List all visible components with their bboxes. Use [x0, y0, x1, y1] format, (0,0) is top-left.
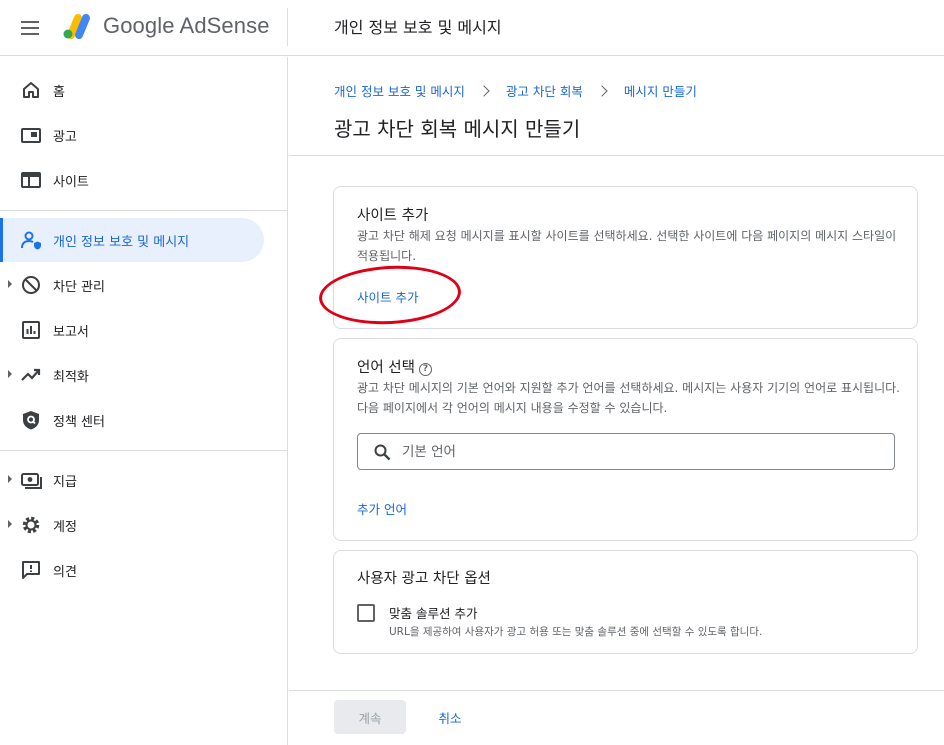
- default-language-search[interactable]: [357, 433, 895, 470]
- card-description: 광고 차단 메시지의 기본 언어와 지원할 추가 언어를 선택하세요. 메시지는…: [357, 381, 900, 415]
- feedback-icon: [22, 561, 40, 579]
- sidebar-item-privacy-messaging[interactable]: 개인 정보 보호 및 메시지: [0, 218, 264, 262]
- help-icon[interactable]: ?: [418, 363, 432, 376]
- expand-arrow-icon[interactable]: [8, 520, 12, 528]
- sidebar-item-sites[interactable]: 사이트: [0, 158, 264, 202]
- sidebar-item-label: 계정: [53, 520, 77, 535]
- sidebar-item-payments[interactable]: 지급: [0, 458, 264, 502]
- sidebar: 홈 광고 사이트 개인 정보 보호 및 메시지 차단 관리 보고서 최적화 정책…: [0, 57, 288, 745]
- card-title-text: 언어 선택: [357, 360, 415, 376]
- sidebar-item-label: 사이트: [53, 175, 89, 190]
- page-title: 광고 차단 회복 메시지 만들기: [334, 117, 581, 141]
- sidebar-item-blocking-controls[interactable]: 차단 관리: [0, 263, 264, 307]
- sidebar-item-account[interactable]: 계정: [0, 503, 264, 547]
- header-page-title: 개인 정보 보호 및 메시지: [334, 18, 502, 37]
- sidebar-item-label: 광고: [53, 130, 77, 145]
- sidebar-item-label: 지급: [53, 475, 77, 490]
- sidebar-item-label: 정책 센터: [53, 415, 105, 430]
- checkbox-label: 맞춤 솔루션 추가: [389, 606, 478, 621]
- card-title: 사용자 광고 차단 옵션: [357, 571, 491, 587]
- privacy-icon: [21, 231, 41, 250]
- breadcrumb-link-ad-blocking-recovery[interactable]: 광고 차단 회복: [506, 84, 583, 99]
- breadcrumb: 개인 정보 보호 및 메시지 광고 차단 회복 메시지 만들기: [334, 81, 697, 100]
- sidebar-divider: [0, 210, 288, 211]
- sidebar-item-label: 개인 정보 보호 및 메시지: [53, 235, 190, 250]
- sidebar-item-label: 차단 관리: [53, 280, 105, 295]
- title-divider: [289, 155, 944, 156]
- optimization-icon: [21, 368, 41, 381]
- expand-arrow-icon[interactable]: [8, 370, 12, 378]
- hamburger-menu-icon[interactable]: [18, 16, 42, 40]
- breadcrumb-link-privacy-messaging[interactable]: 개인 정보 보호 및 메시지: [334, 84, 465, 99]
- sidebar-item-label: 의견: [53, 565, 77, 580]
- card-title: 사이트 추가: [357, 208, 429, 224]
- sidebar-item-label: 최적화: [53, 370, 89, 385]
- sidebar-item-policy-center[interactable]: 정책 센터: [0, 398, 264, 442]
- breadcrumb-current-create-message[interactable]: 메시지 만들기: [624, 84, 697, 99]
- add-languages-link[interactable]: 추가 언어: [357, 499, 407, 518]
- card-title: 언어 선택?: [357, 356, 432, 377]
- sidebar-item-label: 홈: [53, 85, 65, 100]
- checkbox-description: URL을 제공하여 사용자가 광고 허용 또는 맞춤 솔루션 중에 선택할 수 …: [389, 626, 763, 638]
- sidebar-item-ads[interactable]: 광고: [0, 113, 264, 157]
- active-indicator: [0, 218, 3, 262]
- reports-icon: [22, 321, 40, 339]
- header-divider: [287, 8, 288, 46]
- brand-name: Google AdSense: [103, 13, 270, 38]
- continue-button[interactable]: 계속: [334, 700, 406, 734]
- policy-shield-icon: [23, 411, 39, 430]
- top-app-bar: Google AdSense 개인 정보 보호 및 메시지: [0, 0, 944, 56]
- sidebar-item-home[interactable]: 홈: [0, 68, 264, 112]
- chevron-right-icon: [596, 85, 608, 97]
- sidebar-item-optimization[interactable]: 최적화: [0, 353, 264, 397]
- sidebar-item-reports[interactable]: 보고서: [0, 308, 264, 352]
- cancel-button[interactable]: 취소: [423, 700, 477, 734]
- user-ad-blocking-options-card: 사용자 광고 차단 옵션 맞춤 솔루션 추가 URL을 제공하여 사용자가 광고…: [333, 550, 918, 654]
- sites-icon: [21, 172, 41, 188]
- expand-arrow-icon[interactable]: [8, 475, 12, 483]
- payments-icon: [21, 473, 42, 489]
- sidebar-item-label: 보고서: [53, 325, 89, 340]
- adsense-logo-icon: [63, 14, 90, 39]
- sidebar-divider: [0, 450, 288, 451]
- main-content: 개인 정보 보호 및 메시지 광고 차단 회복 메시지 만들기 광고 차단 회복 메…: [289, 57, 944, 745]
- expand-arrow-icon[interactable]: [8, 280, 12, 288]
- language-selection-card: 언어 선택? 광고 차단 메시지의 기본 언어와 지원할 추가 언어를 선택하세…: [333, 338, 918, 541]
- block-icon: [22, 276, 40, 294]
- home-icon: [23, 82, 39, 98]
- custom-solution-checkbox[interactable]: [357, 604, 375, 622]
- chevron-right-icon: [478, 85, 490, 97]
- search-icon: [374, 444, 391, 461]
- sidebar-item-feedback[interactable]: 의견: [0, 548, 264, 592]
- default-language-input[interactable]: [402, 442, 872, 462]
- card-description: 광고 차단 해제 요청 메시지를 표시할 사이트를 선택하세요. 선택한 사이트…: [357, 229, 897, 263]
- gear-icon: [22, 516, 40, 534]
- footer-divider: [289, 690, 944, 691]
- ads-icon: [21, 128, 41, 143]
